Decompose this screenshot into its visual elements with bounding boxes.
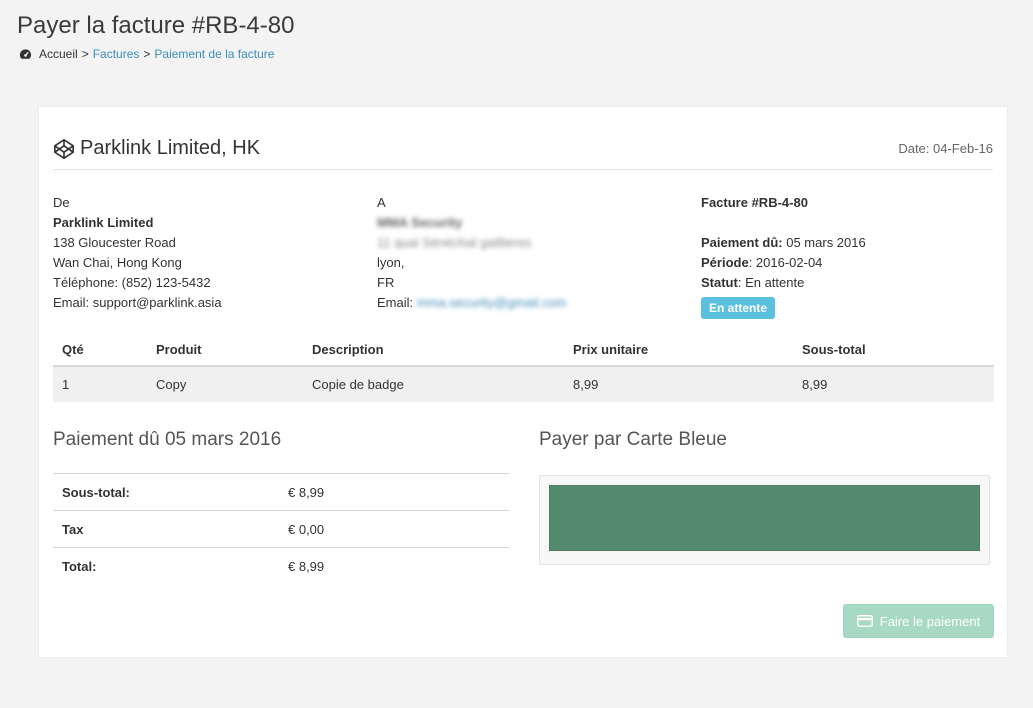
to-label: A — [377, 195, 386, 210]
divider — [53, 169, 993, 170]
invoice-number: Facture #RB-4-80 — [701, 195, 808, 210]
to-address-blurred: 11 quai Sénéchal gaillieres — [377, 235, 532, 250]
cell-unit-price: 8,99 — [564, 366, 793, 402]
total-value: € 8,99 — [279, 547, 509, 585]
period-value: : 2016-02-04 — [748, 255, 823, 270]
subtotal-value: € 8,99 — [279, 473, 509, 511]
totals-table: Sous-total: € 8,99 Tax € 0,00 Total: € 8… — [53, 473, 509, 585]
to-email-link-blurred[interactable]: mma.security@gmail.com — [417, 293, 567, 313]
card-payment-frame[interactable] — [549, 485, 980, 551]
breadcrumb: Accueil > Factures > Paiement de la fact… — [19, 47, 274, 61]
make-payment-label: Faire le paiement — [879, 613, 981, 629]
to-email: Email: mma.security@gmail.com — [377, 293, 677, 313]
status-label: Statut — [701, 275, 738, 290]
card-payment-box — [539, 475, 990, 565]
due-value: 05 mars 2016 — [782, 235, 866, 250]
from-company: Parklink Limited — [53, 215, 154, 230]
breadcrumb-separator: > — [143, 47, 151, 61]
to-email-label: Email: — [377, 295, 414, 310]
pay-title: Payer par Carte Bleue — [539, 429, 727, 450]
header-subtotal: Sous-total — [793, 333, 994, 367]
table-header-row: Qté Produit Description Prix unitaire So… — [53, 333, 994, 367]
period: Période: 2016-02-04 — [701, 253, 991, 273]
invoice-date: Date: 04-Feb-16 — [898, 141, 993, 156]
subtotal-label: Sous-total: — [53, 473, 279, 511]
table-row: 1 Copy Copie de badge 8,99 8,99 — [53, 366, 994, 402]
credit-card-icon — [856, 615, 873, 627]
totals-row: Tax € 0,00 — [53, 510, 509, 548]
brand-name: Parklink Limited, HK — [80, 137, 261, 159]
due-label: Paiement dû: — [701, 235, 783, 250]
totals-row: Sous-total: € 8,99 — [53, 473, 509, 511]
dashboard-icon — [19, 48, 32, 59]
status: Statut: En attente — [701, 273, 991, 293]
cell-subtotal: 8,99 — [793, 366, 994, 402]
header-product: Produit — [147, 333, 303, 367]
invoice-meta: Facture #RB-4-80 Paiement dû: 05 mars 20… — [701, 193, 991, 319]
breadcrumb-separator: > — [81, 47, 89, 61]
from-email: Email: support@parklink.asia — [53, 295, 222, 310]
from-address-line: 138 Gloucester Road — [53, 235, 176, 250]
cell-qty: 1 — [53, 366, 147, 402]
invoice-brand: Parklink Limited, HK — [53, 137, 260, 160]
to-company-blurred: MMA Security — [377, 215, 463, 230]
codepen-icon — [54, 138, 74, 159]
invoice-card: Parklink Limited, HK Date: 04-Feb-16 De … — [38, 106, 1008, 658]
due-title: Paiement dû 05 mars 2016 — [53, 429, 282, 450]
to-city: lyon, — [377, 255, 405, 270]
period-label: Période — [701, 255, 749, 270]
to-country: FR — [377, 275, 395, 290]
from-phone: Téléphone: (852) 123-5432 — [53, 275, 211, 290]
make-payment-button[interactable]: Faire le paiement — [843, 604, 994, 638]
breadcrumb-current[interactable]: Paiement de la facture — [154, 47, 274, 61]
breadcrumb-invoices-link[interactable]: Factures — [93, 47, 140, 61]
from-address-line: Wan Chai, Hong Kong — [53, 255, 182, 270]
status-value: : En attente — [737, 275, 805, 290]
cell-product: Copy — [147, 366, 303, 402]
header-description: Description — [303, 333, 564, 367]
to-address: A MMA Security 11 quai Sénéchal gaillier… — [377, 193, 677, 313]
header-unit-price: Prix unitaire — [564, 333, 793, 367]
from-label: De — [53, 195, 70, 210]
breadcrumb-home[interactable]: Accueil — [39, 47, 78, 61]
page-title: Payer la facture #RB-4-80 — [17, 12, 295, 39]
tax-label: Tax — [53, 510, 279, 548]
tax-value: € 0,00 — [279, 510, 509, 548]
due-date: Paiement dû: 05 mars 2016 — [701, 233, 991, 253]
status-badge: En attente — [701, 297, 776, 319]
from-address: De Parklink Limited 138 Gloucester Road … — [53, 193, 353, 313]
cell-description: Copie de badge — [303, 366, 564, 402]
items-table: Qté Produit Description Prix unitaire So… — [53, 333, 994, 402]
total-label: Total: — [53, 547, 279, 585]
header-qty: Qté — [53, 333, 147, 367]
totals-row: Total: € 8,99 — [53, 547, 509, 585]
